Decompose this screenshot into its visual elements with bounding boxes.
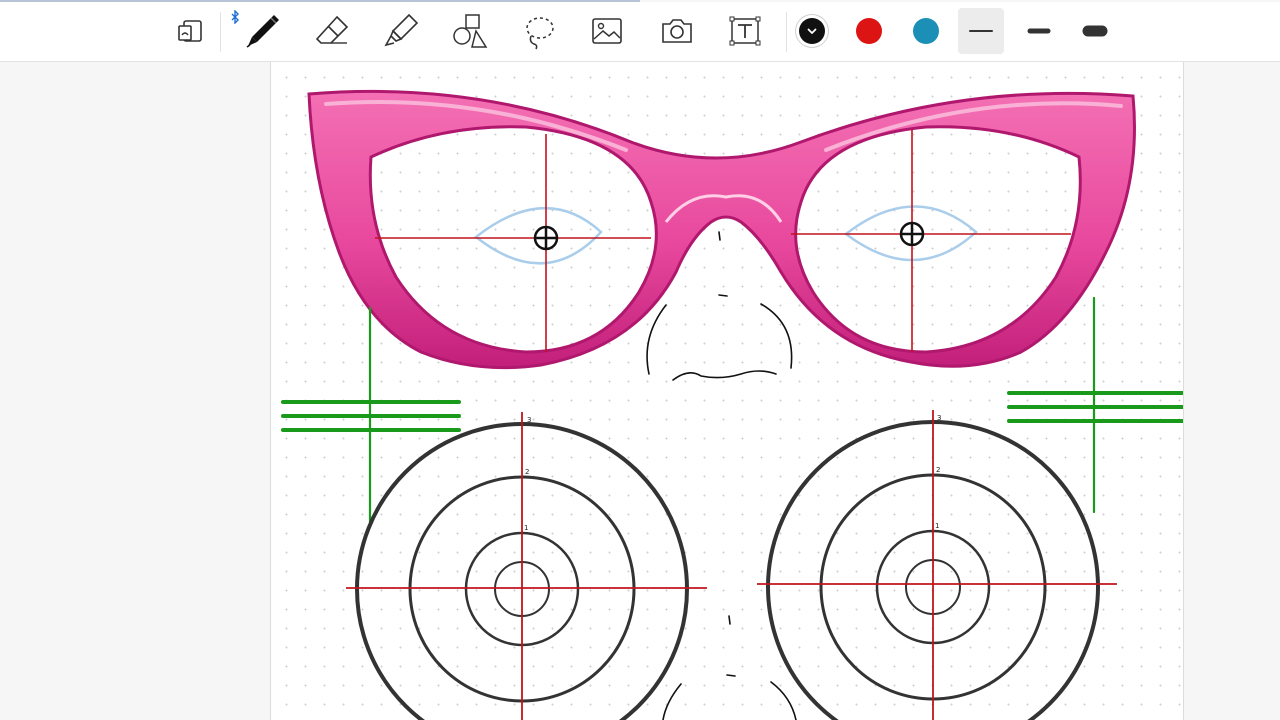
pen-tool-button[interactable] (239, 8, 285, 54)
pen-icon (246, 15, 279, 48)
right-ring-label-3: 3 (937, 414, 941, 422)
stroke-width-thin-button[interactable] (958, 8, 1004, 54)
color-swatch-red[interactable] (856, 18, 882, 44)
nose-sketch (646, 231, 797, 720)
right-ring-label-1: 1 (935, 522, 939, 530)
camera-icon (662, 19, 692, 43)
image-icon (592, 18, 622, 44)
eraser-icon (315, 15, 349, 44)
left-eye-outline (473, 206, 603, 265)
right-target (757, 410, 1117, 720)
stroke-width-thick-button[interactable] (1072, 8, 1118, 54)
page-view-icon (178, 20, 202, 42)
cat-eye-glasses (307, 89, 1136, 370)
lasso-tool-button[interactable] (516, 8, 562, 54)
left-ring-label-2: 2 (525, 468, 529, 476)
toolbar (0, 2, 1280, 62)
thin-line-icon (969, 30, 993, 32)
drawing-layer[interactable]: 3 2 1 3 2 1 (271, 62, 1183, 720)
shapes-tool-button[interactable] (446, 8, 492, 54)
glasses-frame (307, 89, 1136, 370)
page-view-button[interactable] (168, 8, 214, 54)
chevron-down-icon (807, 28, 817, 34)
text-tool-button[interactable] (722, 8, 768, 54)
left-ring-label-3: 3 (527, 416, 531, 424)
canvas-area[interactable]: 3 2 1 3 2 1 (0, 62, 1280, 720)
left-ring-label-1: 1 (524, 524, 528, 532)
left-target (346, 412, 707, 720)
lasso-icon (526, 17, 554, 50)
notebook-page[interactable]: 3 2 1 3 2 1 (270, 62, 1184, 720)
medium-line-icon (1027, 28, 1051, 34)
camera-button[interactable] (654, 8, 700, 54)
toolbar-separator (786, 12, 787, 52)
highlighter-tool-button[interactable] (379, 8, 425, 54)
stroke-width-medium-button[interactable] (1016, 8, 1062, 54)
color-swatch-teal[interactable] (913, 18, 939, 44)
eraser-tool-button[interactable] (310, 8, 356, 54)
image-insert-button[interactable] (584, 8, 630, 54)
highlighter-icon (384, 13, 419, 47)
toolbar-separator (220, 12, 221, 52)
color-swatch-black[interactable] (799, 18, 825, 44)
thick-line-icon (1082, 25, 1108, 37)
text-icon (729, 16, 761, 46)
shapes-icon (453, 14, 488, 48)
right-ring-label-2: 2 (936, 466, 940, 474)
